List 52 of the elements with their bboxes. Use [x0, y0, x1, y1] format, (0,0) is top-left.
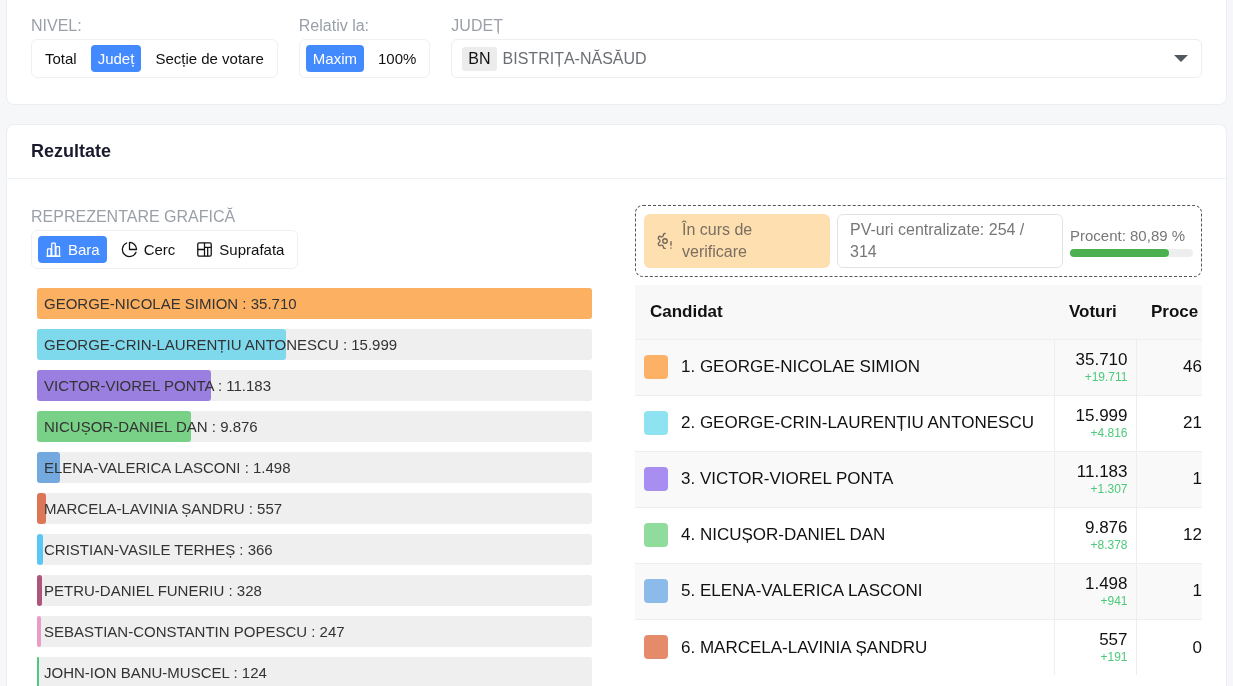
- view-tab[interactable]: Cerc: [113, 236, 183, 263]
- bar-label: SEBASTIAN-CONSTANTIN POPESCU : 247: [43, 622, 345, 642]
- pie-chart-icon: [120, 241, 138, 258]
- column-header[interactable]: Candidat: [635, 285, 1054, 339]
- bar-label: JOHN-ION BANU-MUSCEL : 124: [43, 663, 267, 683]
- vote-change: +4.816: [1089, 426, 1129, 440]
- bar-label: CRISTIAN-VASILE TERHEȘ : 366: [43, 540, 273, 560]
- vote-count: 15.999: [1074, 406, 1129, 426]
- grid-icon: [196, 241, 214, 258]
- vote-change: +1.307: [1089, 482, 1129, 496]
- county-select[interactable]: BN BISTRIȚA-NĂSĂUD: [451, 39, 1202, 78]
- percent-value: 1: [1192, 580, 1202, 603]
- vote-count: 1.498: [1083, 574, 1129, 594]
- status-text: În curs de verificare: [682, 219, 754, 262]
- vote-count: 35.710: [1074, 350, 1129, 370]
- percent-label: Procent: 80,89 %: [1070, 225, 1187, 245]
- results-title: Rezultate: [31, 140, 111, 163]
- vote-change: +8.378: [1089, 538, 1129, 552]
- percent-value: 46: [1183, 356, 1202, 379]
- column-header[interactable]: Voturi: [1054, 285, 1136, 339]
- candidate-name: 2. GEORGE-CRIN-LAURENȚIU ANTONESCU: [681, 412, 1034, 435]
- vote-count: 557: [1098, 630, 1129, 651]
- bar-chart-icon: [45, 241, 62, 258]
- candidate-name: 5. ELENA-VALERICA LASCONI: [681, 580, 923, 603]
- percent-value: 1: [1192, 468, 1202, 491]
- option-button[interactable]: Total: [38, 45, 84, 72]
- percent-value: 21: [1183, 412, 1202, 435]
- filter-label: JUDEȚ: [451, 16, 504, 36]
- bar-label: PETRU-DANIEL FUNERIU : 328: [43, 581, 262, 601]
- view-tab[interactable]: Suprafata: [189, 236, 292, 263]
- option-button[interactable]: Secție de votare: [148, 45, 271, 72]
- filter-label: NIVEL:: [31, 16, 82, 36]
- bar-label: GEORGE-NICOLAE SIMION : 35.710: [43, 294, 297, 314]
- vote-change: +19.711: [1083, 370, 1129, 384]
- percent-value: 0: [1192, 636, 1202, 659]
- vote-change: +191: [1099, 650, 1129, 665]
- option-button[interactable]: 100%: [370, 45, 424, 72]
- candidate-name: 6. MARCELA-LAVINIA ȘANDRU: [681, 636, 928, 659]
- section-label: REPREZENTARE GRAFICĂ: [31, 207, 236, 227]
- caret-down-icon: [1174, 55, 1188, 62]
- gear-warning-icon: [656, 232, 674, 250]
- vote-count: 11.183: [1075, 462, 1129, 482]
- vote-count: 9.876: [1083, 518, 1129, 538]
- candidate-name: 1. GEORGE-NICOLAE SIMION: [681, 356, 920, 379]
- vote-change: +941: [1099, 594, 1129, 608]
- column-header[interactable]: Proce: [1136, 285, 1202, 339]
- county-code-badge: BN: [462, 46, 497, 71]
- candidate-name: 4. NICUȘOR-DANIEL DAN: [681, 524, 886, 547]
- reports-count: PV-uri centralizate: 254 / 314: [837, 214, 1063, 268]
- percent-value: 12: [1183, 524, 1202, 547]
- candidate-name: 3. VICTOR-VIOREL PONTA: [681, 468, 894, 491]
- filter-label: Relativ la:: [298, 16, 370, 36]
